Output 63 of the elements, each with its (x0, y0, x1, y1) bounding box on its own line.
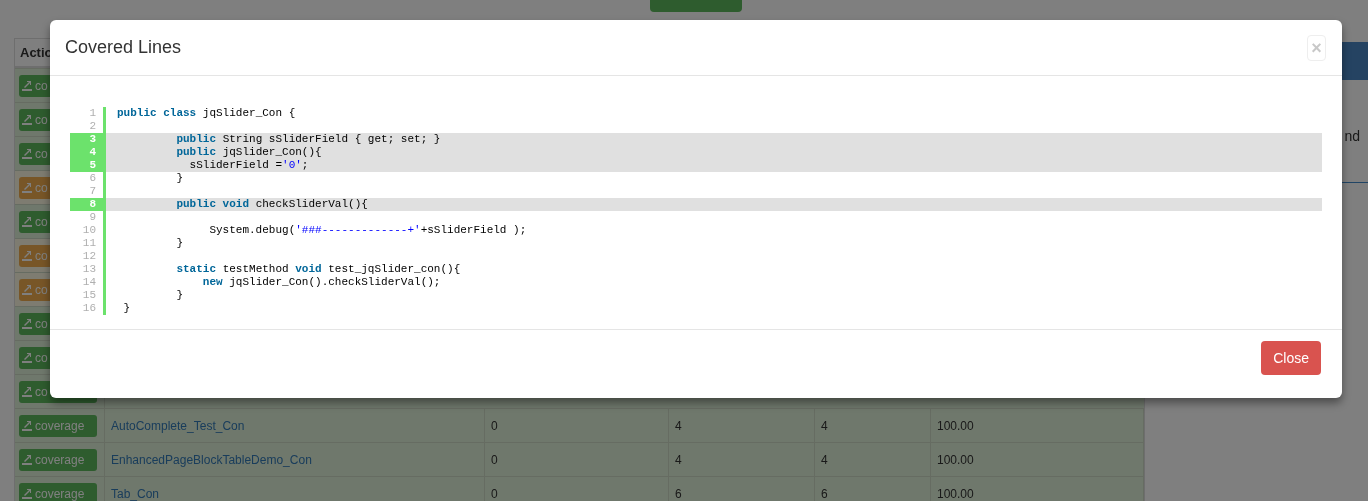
line-number: 5 (89, 159, 96, 171)
line-number: 11 (82, 237, 96, 249)
code-line: public jqSlider_Con(){ (175, 146, 322, 158)
export-icon (21, 113, 33, 126)
line-number: 16 (82, 302, 96, 314)
line-number: 1 (89, 107, 96, 119)
export-icon (21, 283, 33, 296)
coverage-button[interactable]: coverage (19, 414, 97, 437)
line-number: 2 (89, 120, 96, 132)
table-cell-text: 100.00 (937, 451, 974, 469)
table-cell-text: 0 (491, 485, 498, 501)
line-number: 15 (82, 289, 96, 301)
coverage-button[interactable]: coverage (19, 448, 97, 471)
close-icon[interactable]: × (1307, 34, 1326, 61)
coverage-button[interactable]: coverage (19, 482, 97, 501)
line-number: 10 (82, 224, 96, 236)
class-link[interactable]: EnhancedPageBlockTableDemo_Con (111, 450, 312, 469)
table-cell-text: 4 (821, 451, 828, 469)
close-button[interactable]: Close (1261, 341, 1321, 375)
export-icon (21, 147, 33, 160)
code-line: } (122, 302, 131, 314)
code-line: new jqSlider_Con().checkSliderVal(); (201, 276, 441, 288)
export-icon (21, 249, 33, 262)
export-icon (21, 215, 33, 228)
line-number: 3 (89, 133, 96, 145)
export-icon (21, 419, 33, 432)
table-cell-text: 4 (821, 417, 828, 435)
code-line: } (175, 172, 183, 184)
line-number: 8 (89, 198, 96, 210)
export-icon (21, 79, 33, 92)
code-line: System.debug('###-------------+'+sSliderField ); (208, 224, 527, 236)
line-number: 7 (89, 185, 96, 197)
line-number: 14 (82, 276, 96, 288)
table-cell-text: 4 (675, 451, 682, 469)
code-line: sSliderField ='0'; (188, 159, 309, 171)
code-line: static testMethod void test_jqSlider_con(){ (175, 263, 461, 275)
line-number: 9 (89, 211, 96, 223)
line-number: 12 (82, 250, 96, 262)
line-number: 4 (89, 146, 96, 158)
table-cell-text: 0 (491, 417, 498, 435)
code-line: public class jqSlider_Con { (117, 107, 296, 119)
export-icon (21, 181, 33, 194)
table-cell-text: 100.00 (937, 485, 974, 501)
line-number: 6 (89, 172, 96, 184)
code-line: } (175, 289, 183, 301)
export-icon (21, 453, 33, 466)
table-cell-text: 4 (675, 417, 682, 435)
class-link[interactable]: AutoComplete_Test_Con (111, 416, 245, 435)
table-cell-text: 0 (491, 451, 498, 469)
code-line: public String sSliderField { get; set; } (175, 133, 441, 145)
table-cell-text: 100.00 (937, 417, 974, 435)
export-icon (21, 487, 33, 500)
panel-text: nd (1344, 127, 1360, 146)
export-icon (21, 317, 33, 330)
export-icon (21, 351, 33, 364)
export-icon (21, 385, 33, 398)
class-link[interactable]: Tab_Con (111, 484, 160, 501)
code-line: } (175, 237, 183, 249)
line-number: 13 (82, 263, 96, 275)
modal-title: Covered Lines (65, 36, 182, 59)
table-cell-text: 6 (821, 485, 828, 501)
code-line: public void checkSliderVal(){ (175, 198, 368, 210)
table-cell-text: 6 (675, 485, 682, 501)
